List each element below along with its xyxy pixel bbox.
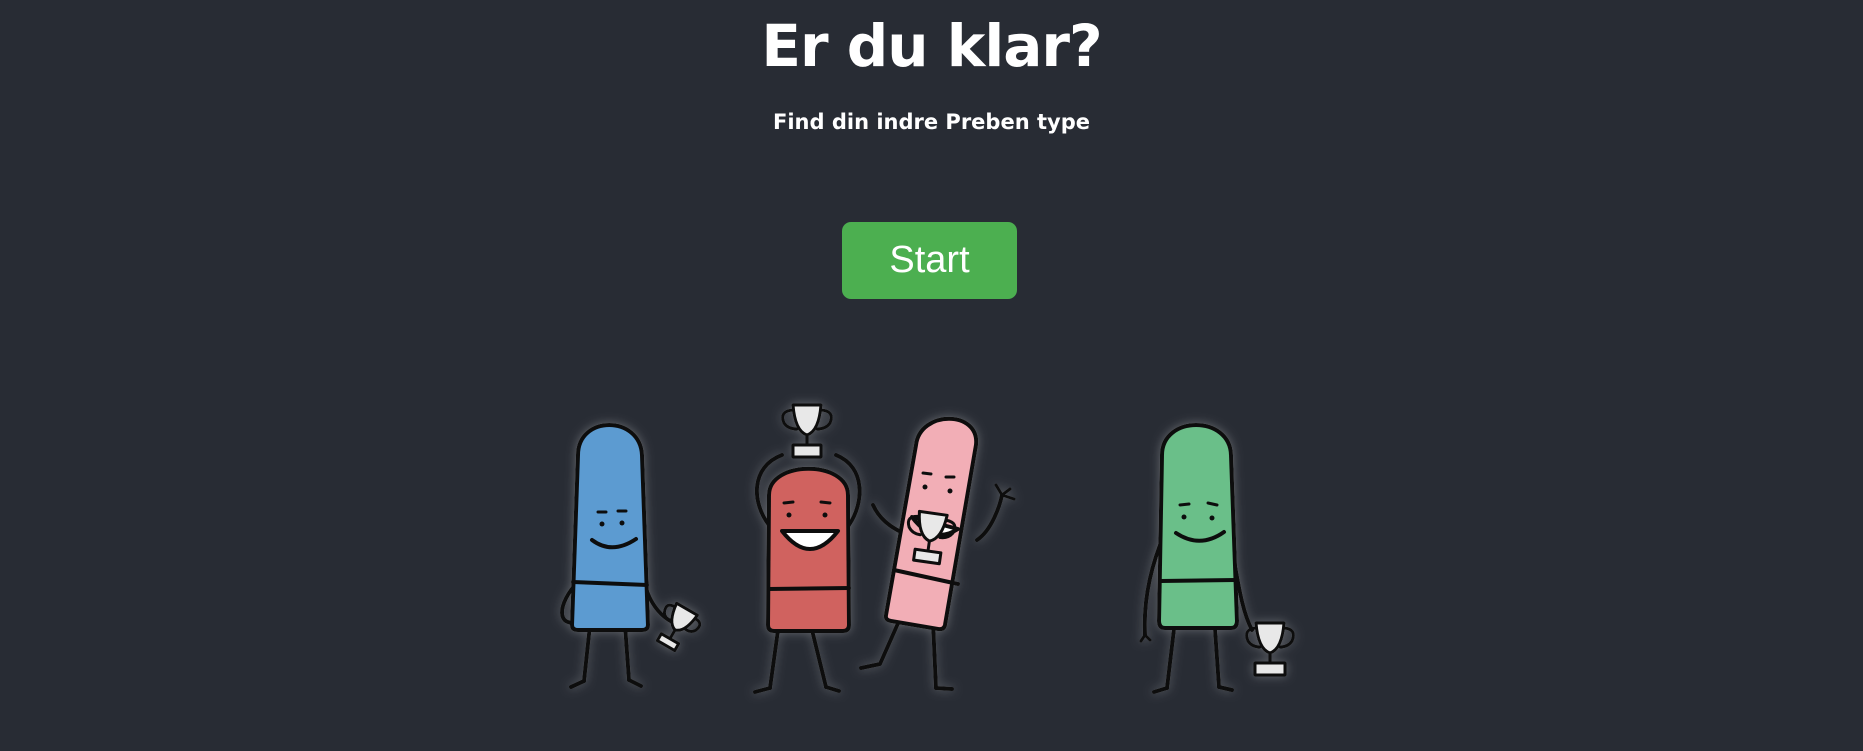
green-body — [1157, 423, 1239, 630]
trophy-characters-illustration — [560, 403, 1295, 694]
start-button[interactable]: Start — [842, 222, 1017, 299]
quiz-start-page: Er du klar? Find din indre Preben type S… — [0, 0, 1863, 751]
red-character — [753, 403, 862, 694]
red-trophy — [781, 403, 833, 459]
blue-character — [560, 423, 702, 689]
pink-character — [859, 416, 1016, 691]
green-character — [1139, 423, 1295, 694]
page-subtitle: Find din indre Preben type — [773, 110, 1090, 134]
page-title: Er du klar? — [761, 12, 1102, 80]
blue-body — [570, 423, 650, 632]
